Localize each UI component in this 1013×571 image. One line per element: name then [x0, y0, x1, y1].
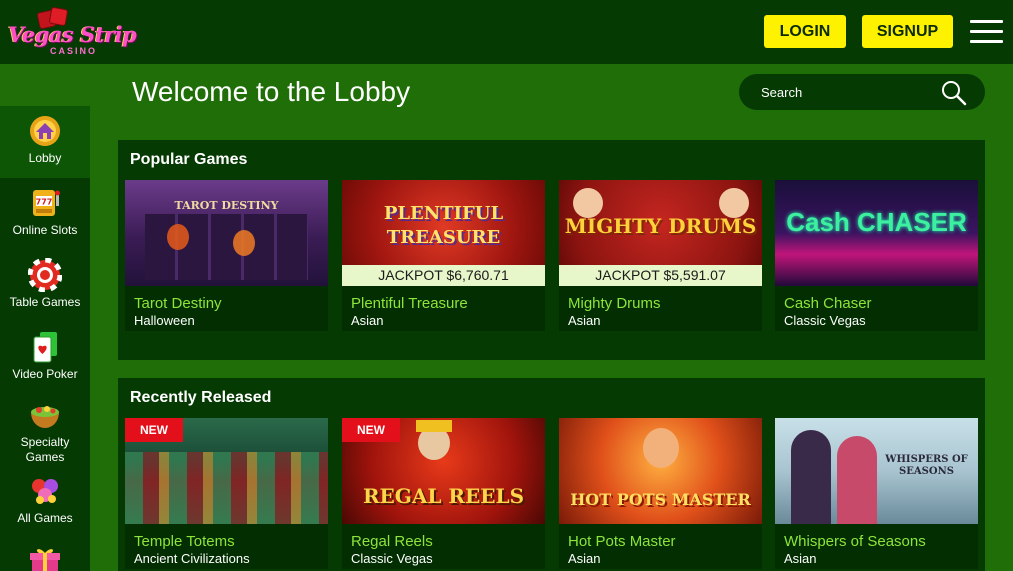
game-name: Whispers of Seasons: [784, 533, 926, 550]
game-category: Classic Vegas: [784, 313, 866, 328]
game-thumbnail: WHISPERS OF SEASONS: [775, 418, 978, 524]
sidebar-item-lobby[interactable]: Lobby: [0, 106, 90, 178]
geisha-figure: [837, 436, 877, 524]
game-name: Mighty Drums: [568, 295, 661, 312]
login-button[interactable]: LOGIN: [764, 15, 846, 48]
game-card-hot-pots-master[interactable]: HOT POTS MASTER Hot Pots Master Asian: [559, 418, 762, 569]
recently-released-section: Recently Released NEW Temple Totems Anci…: [118, 378, 985, 571]
jackpot-banner: JACKPOT $6,760.71: [342, 265, 545, 286]
popular-games-section: Popular Games TAROT DESTINY Tarot Destin…: [118, 140, 985, 360]
logo-text: Vegas Strip: [8, 22, 137, 47]
jackpot-banner: JACKPOT $5,591.07: [559, 265, 762, 286]
sidebar-item-label: Video Poker: [12, 367, 78, 381]
sidebar-item-table-games[interactable]: Table Games: [0, 258, 90, 310]
game-card-whispers-of-seasons[interactable]: WHISPERS OF SEASONS Whispers of Seasons …: [775, 418, 978, 569]
section-title: Popular Games: [130, 151, 248, 168]
magnifier-icon[interactable]: [940, 79, 968, 107]
game-card-regal-reels[interactable]: REGAL REELS NEW Regal Reels Classic Vega…: [342, 418, 545, 569]
hamburger-menu-icon[interactable]: [970, 19, 1003, 45]
svg-text:777: 777: [36, 198, 53, 207]
thumb-title: WHISPERS OF SEASONS: [885, 454, 968, 477]
game-card-cash-chaser[interactable]: Cash CHASER Cash Chaser Classic Vegas: [775, 180, 978, 331]
game-name: Cash Chaser: [784, 295, 872, 312]
thumb-title: PLENTIFUL TREASURE: [383, 203, 504, 248]
game-thumbnail: TAROT DESTINY: [125, 180, 328, 286]
vegas-strip-logo[interactable]: Vegas Strip CASINO: [6, 6, 137, 58]
sidebar-item-label: Online Slots: [12, 223, 78, 237]
new-badge: NEW: [125, 418, 183, 442]
game-thumbnail: MIGHTY DRUMS JACKPOT $5,591.07: [559, 180, 762, 286]
new-badge: NEW: [342, 418, 400, 442]
sidebar-item-label: Specialty Games: [20, 435, 70, 464]
sidebar-item-promotions[interactable]: [0, 544, 90, 571]
game-name: Hot Pots Master: [568, 533, 676, 550]
crown-icon: [416, 420, 452, 432]
sidebar-item-label: Lobby: [28, 151, 62, 165]
logo-subtext: CASINO: [50, 46, 98, 56]
slot-machine-icon: 777: [28, 186, 62, 220]
sidebar-item-specialty-games[interactable]: Specialty Games: [0, 398, 90, 465]
game-category: Asian: [784, 551, 817, 566]
game-thumbnail: REGAL REELS NEW: [342, 418, 545, 524]
sidebar-item-all-games[interactable]: All Games: [0, 474, 90, 526]
game-name: Regal Reels: [351, 533, 433, 550]
signup-button[interactable]: SIGNUP: [862, 15, 953, 48]
casino-chip-icon: [28, 258, 62, 292]
game-card-plentiful-treasure[interactable]: PLENTIFUL TREASURE JACKPOT $6,760.71 Ple…: [342, 180, 545, 331]
chef-face: [643, 428, 679, 468]
page-title: Welcome to the Lobby: [132, 76, 411, 107]
flame-symbol: [167, 224, 189, 250]
game-card-tarot-destiny[interactable]: TAROT DESTINY Tarot Destiny Halloween: [125, 180, 328, 331]
game-thumbnail: HOT POTS MASTER: [559, 418, 762, 524]
game-category: Ancient Civilizations: [134, 551, 250, 566]
slot-reels: [145, 214, 308, 280]
game-thumbnail: NEW: [125, 418, 328, 524]
game-thumbnail: Cash CHASER: [775, 180, 978, 286]
specialty-bowl-icon: [28, 398, 62, 432]
thumb-title: MIGHTY DRUMS: [564, 214, 757, 238]
sidebar-item-video-poker[interactable]: Video Poker: [0, 330, 90, 382]
sidebar: Lobby 777 Online Slots Table Games Video…: [0, 106, 90, 571]
thumb-title: TAROT DESTINY: [174, 199, 279, 212]
game-category: Asian: [568, 551, 601, 566]
section-title: Recently Released: [130, 389, 272, 406]
game-category: Asian: [351, 313, 384, 328]
game-card-temple-totems[interactable]: NEW Temple Totems Ancient Civilizations: [125, 418, 328, 569]
thumb-title: HOT POTS MASTER: [570, 490, 751, 509]
game-name: Temple Totems: [134, 533, 235, 550]
thumb-title: REGAL REELS: [362, 484, 525, 508]
game-name: Plentiful Treasure: [351, 295, 468, 312]
game-category: Classic Vegas: [351, 551, 433, 566]
warrior-figure: [791, 430, 831, 524]
balloons-icon: [28, 474, 62, 508]
search-input[interactable]: [761, 83, 941, 101]
game-name: Tarot Destiny: [134, 295, 222, 312]
playing-card-icon: [28, 330, 62, 364]
thumb-title: Cash CHASER: [786, 207, 967, 237]
lobby-home-icon: [28, 114, 62, 148]
game-thumbnail: PLENTIFUL TREASURE JACKPOT $6,760.71: [342, 180, 545, 286]
totem-reels: [125, 452, 328, 524]
gift-icon: [28, 544, 62, 571]
top-bar: Vegas Strip CASINO LOGIN SIGNUP: [0, 0, 1013, 64]
flame-symbol: [233, 230, 255, 256]
sidebar-item-online-slots[interactable]: 777 Online Slots: [0, 186, 90, 238]
sidebar-item-label: Table Games: [9, 295, 81, 309]
sidebar-item-label: All Games: [17, 511, 73, 525]
game-category: Halloween: [134, 313, 195, 328]
game-category: Asian: [568, 313, 601, 328]
game-card-mighty-drums[interactable]: MIGHTY DRUMS JACKPOT $5,591.07 Mighty Dr…: [559, 180, 762, 331]
